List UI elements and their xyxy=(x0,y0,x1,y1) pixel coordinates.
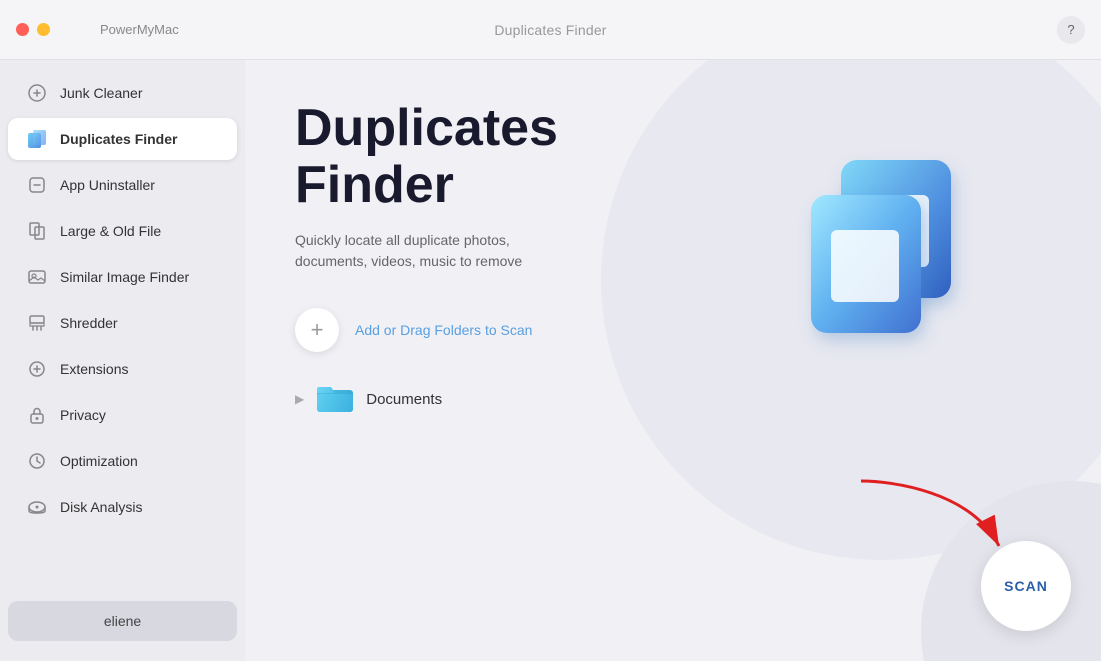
extensions-icon xyxy=(26,358,48,380)
sidebar-item-label: App Uninstaller xyxy=(60,177,155,193)
duplicates-illustration xyxy=(781,140,981,365)
disk-analysis-icon xyxy=(26,496,48,518)
sidebar-item-label: Shredder xyxy=(60,315,118,331)
folder-icon xyxy=(316,380,354,418)
optimization-icon xyxy=(26,450,48,472)
scan-button-wrap: SCAN xyxy=(981,541,1071,631)
similar-image-finder-icon xyxy=(26,266,48,288)
sidebar: Junk Cleaner xyxy=(0,60,245,661)
sidebar-item-privacy[interactable]: Privacy xyxy=(8,394,237,436)
sidebar-item-large-old-file[interactable]: Large & Old File xyxy=(8,210,237,252)
sidebar-item-optimization[interactable]: Optimization xyxy=(8,440,237,482)
privacy-icon xyxy=(26,404,48,426)
chevron-right-icon: ▶ xyxy=(295,392,304,406)
main-content-area: Duplicates Finder Quickly locate all dup… xyxy=(245,60,1101,661)
sidebar-item-extensions[interactable]: Extensions xyxy=(8,348,237,390)
sidebar-item-disk-analysis[interactable]: Disk Analysis xyxy=(8,486,237,528)
app-layout: Junk Cleaner xyxy=(0,60,1101,661)
folder-name-label: Documents xyxy=(366,391,442,408)
page-header-title: Duplicates Finder xyxy=(494,22,606,38)
close-button[interactable] xyxy=(16,23,29,36)
duplicates-finder-icon xyxy=(26,128,48,150)
titlebar: PowerMyMac Duplicates Finder ? xyxy=(0,0,1101,60)
sidebar-item-label: Disk Analysis xyxy=(60,499,142,515)
sidebar-item-app-uninstaller[interactable]: App Uninstaller xyxy=(8,164,237,206)
large-old-file-icon xyxy=(26,220,48,242)
sidebar-item-junk-cleaner[interactable]: Junk Cleaner xyxy=(8,72,237,114)
documents-folder-item[interactable]: ▶ xyxy=(295,376,1051,422)
plus-icon: + xyxy=(311,319,324,341)
add-folder-label: Add or Drag Folders to Scan xyxy=(355,322,532,338)
scan-label: SCAN xyxy=(1004,578,1048,594)
traffic-lights xyxy=(16,23,50,36)
junk-cleaner-icon xyxy=(26,82,48,104)
sidebar-item-similar-image-finder[interactable]: Similar Image Finder xyxy=(8,256,237,298)
sidebar-user[interactable]: eliene xyxy=(8,601,237,641)
page-title: Duplicates Finder xyxy=(295,100,615,214)
sidebar-item-duplicates-finder[interactable]: Duplicates Finder xyxy=(8,118,237,160)
scan-button[interactable]: SCAN xyxy=(981,541,1071,631)
app-name-label: PowerMyMac xyxy=(100,22,179,37)
shredder-icon xyxy=(26,312,48,334)
minimize-button[interactable] xyxy=(37,23,50,36)
sidebar-item-label: Junk Cleaner xyxy=(60,85,143,101)
sidebar-item-label: Large & Old File xyxy=(60,223,161,239)
sidebar-item-label: Privacy xyxy=(60,407,106,423)
sidebar-item-label: Optimization xyxy=(60,453,138,469)
app-uninstaller-icon xyxy=(26,174,48,196)
sidebar-item-label: Extensions xyxy=(60,361,128,377)
help-button[interactable]: ? xyxy=(1057,16,1085,44)
sidebar-item-label: Duplicates Finder xyxy=(60,131,177,147)
help-icon: ? xyxy=(1067,22,1074,37)
page-subtitle: Quickly locate all duplicate photos, doc… xyxy=(295,230,575,272)
add-folder-button[interactable]: + Add or Drag Folders to Scan xyxy=(295,308,532,352)
sidebar-item-shredder[interactable]: Shredder xyxy=(8,302,237,344)
sidebar-item-label: Similar Image Finder xyxy=(60,269,189,285)
add-folder-circle-icon: + xyxy=(295,308,339,352)
